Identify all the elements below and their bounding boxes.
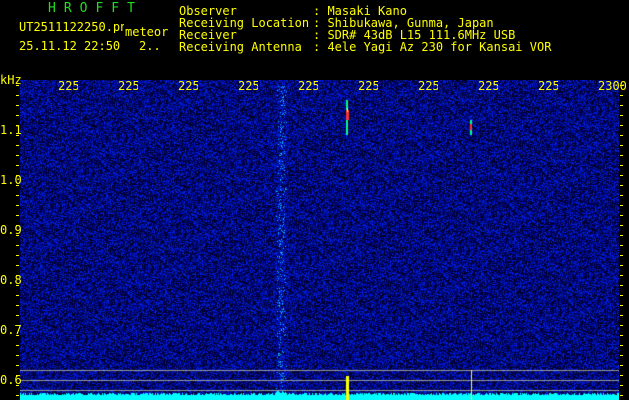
x-tick-label: 2300 [598, 80, 626, 92]
axis-tick [16, 305, 19, 306]
axis-tick [620, 135, 623, 136]
axis-tick [620, 145, 623, 146]
filename: UT2511122250.png [19, 21, 124, 33]
antenna-value: : 4ele Yagi Az 230 for Kansai VOR [313, 40, 552, 54]
axis-tick [620, 255, 623, 256]
axis-tick [620, 205, 623, 206]
axis-tick [620, 335, 623, 336]
x-tick-label: 2257 [418, 80, 438, 92]
axis-tick [620, 315, 623, 316]
axis-tick [620, 185, 623, 186]
axis-tick [620, 295, 623, 296]
axis-tick [16, 335, 19, 336]
axis-tick [16, 295, 19, 296]
axis-tick [620, 195, 623, 196]
axis-tick [16, 365, 19, 366]
axis-tick [620, 105, 623, 106]
axis-tick [620, 385, 623, 386]
x-tick-label: 2252 [118, 80, 138, 92]
axis-tick [620, 375, 623, 376]
axis-tick [620, 85, 623, 86]
axis-tick [16, 355, 19, 356]
axis-tick [16, 145, 19, 146]
axis-tick [620, 325, 623, 326]
x-tick-label: 2255 [298, 80, 318, 92]
meteor-count: 2.. [139, 39, 161, 53]
axis-tick [16, 375, 19, 376]
axis-tick [16, 325, 19, 326]
axis-tick [16, 105, 19, 106]
axis-tick [16, 195, 19, 196]
x-tick-label: 2258 [478, 80, 498, 92]
axis-tick [620, 115, 623, 116]
axis-tick [16, 175, 19, 176]
axis-tick [16, 385, 19, 386]
axis-tick [620, 95, 623, 96]
axis-tick [16, 155, 19, 156]
axis-tick [16, 235, 19, 236]
axis-tick [16, 345, 19, 346]
axis-tick [620, 225, 623, 226]
axis-tick [620, 215, 623, 216]
axis-tick [620, 275, 623, 276]
axis-tick [620, 155, 623, 156]
axis-tick [16, 125, 19, 126]
x-tick-label: 2259 [538, 80, 558, 92]
axis-tick [16, 245, 19, 246]
spectrogram [20, 80, 619, 400]
axis-tick [16, 255, 19, 256]
axis-tick [620, 235, 623, 236]
antenna-label: Receiving Antenna [179, 40, 302, 54]
x-tick-label: 2256 [358, 80, 378, 92]
x-tick-label: 2251 [58, 80, 78, 92]
axis-tick [620, 175, 623, 176]
axis-tick [16, 135, 19, 136]
axis-tick [620, 355, 623, 356]
axis-tick [16, 165, 19, 166]
axis-tick [16, 215, 19, 216]
axis-tick [16, 95, 19, 96]
axis-tick [16, 285, 19, 286]
axis-tick [620, 245, 623, 246]
axis-tick [16, 265, 19, 266]
axis-tick [16, 225, 19, 226]
x-tick-label: 2254 [238, 80, 258, 92]
axis-tick [620, 265, 623, 266]
axis-tick [16, 315, 19, 316]
axis-tick [620, 365, 623, 366]
axis-tick [620, 285, 623, 286]
x-tick-label: 2253 [178, 80, 198, 92]
axis-tick [620, 125, 623, 126]
app-title: HROFFT [48, 1, 143, 16]
axis-tick [16, 275, 19, 276]
axis-tick [620, 305, 623, 306]
mode-label: meteor [125, 25, 169, 39]
axis-tick [16, 185, 19, 186]
datetime: 25.11.12 22:50 [19, 39, 121, 53]
axis-tick [16, 395, 19, 396]
axis-tick [16, 205, 19, 206]
axis-tick [620, 395, 623, 396]
axis-tick [16, 115, 19, 116]
axis-tick [620, 345, 623, 346]
axis-tick [16, 85, 19, 86]
axis-tick [620, 165, 623, 166]
